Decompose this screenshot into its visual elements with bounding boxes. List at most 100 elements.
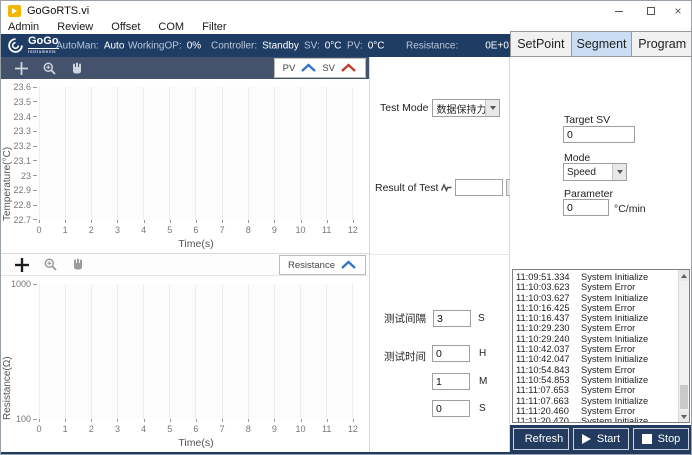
- action-bar: Refresh Start Stop: [510, 425, 692, 452]
- log-entry[interactable]: 11:10:16.437 System Initialize: [516, 313, 676, 323]
- status-field-label: AutoMan:: [56, 40, 99, 51]
- log-message: System Error: [581, 323, 635, 333]
- dropdown-arrow-icon[interactable]: [612, 164, 626, 180]
- log-message: System Initialize: [581, 272, 648, 282]
- stop-button[interactable]: Stop: [633, 428, 689, 450]
- log-time: 11:11:20.470: [516, 416, 572, 422]
- log-message: System Error: [581, 406, 635, 416]
- status-field-label: Resistance:: [406, 40, 458, 51]
- duration-field: S: [432, 400, 486, 417]
- log-message: System Initialize: [581, 354, 648, 364]
- tab[interactable]: SetPoint: [510, 31, 572, 57]
- status-field: WorkingOP: 0%: [128, 40, 201, 51]
- log-entry[interactable]: 11:11:07.653 System Error: [516, 385, 676, 395]
- status-field-label: Controller:: [211, 40, 257, 51]
- menu-item[interactable]: Offset: [102, 21, 149, 34]
- log-time: 11:11:20.460: [516, 406, 572, 416]
- log-entry[interactable]: 11:10:29.240 System Initialize: [516, 334, 676, 344]
- log-message: System Initialize: [581, 375, 648, 385]
- pv-line-icon: [300, 63, 317, 73]
- minimize-icon: [615, 11, 623, 12]
- menu-item[interactable]: Admin: [1, 21, 48, 34]
- tab-bar: SetPointSegmentProgram: [510, 31, 692, 57]
- log-time: 11:10:54.843: [516, 365, 572, 375]
- duration-input[interactable]: [432, 373, 470, 390]
- log-entry[interactable]: 11:10:54.843 System Error: [516, 365, 676, 375]
- segment-panel: Target SV Mode Speed Parameter °C/min 11…: [510, 57, 692, 425]
- crosshair-icon[interactable]: [15, 258, 29, 272]
- scrollbar-thumb[interactable]: [680, 385, 688, 409]
- menu-item[interactable]: Filter: [193, 21, 235, 34]
- log-entry[interactable]: 11:10:29.230 System Error: [516, 323, 676, 333]
- target-sv-input[interactable]: [563, 126, 635, 143]
- duration-field: H: [432, 345, 486, 362]
- menu-item[interactable]: COM: [149, 21, 193, 34]
- log-entry[interactable]: 11:11:20.470 System Initialize: [516, 416, 676, 422]
- parameter-input[interactable]: [563, 199, 609, 216]
- status-field-value: 0%: [187, 40, 201, 51]
- app-window: GoGoRTS.vi × AdminReviewOffsetCOMFilter …: [0, 0, 692, 455]
- duration-unit: H: [479, 348, 486, 359]
- pan-hand-icon[interactable]: [71, 62, 83, 75]
- log-entry[interactable]: 11:10:54.853 System Initialize: [516, 375, 676, 385]
- refresh-button[interactable]: Refresh: [513, 428, 569, 450]
- status-field: PV: 0°C: [347, 40, 385, 51]
- temperature-chart-panel: PV SV Temperature(°C) 23.623.523.423.323…: [1, 57, 370, 254]
- resistance-y-ticks: 1000100: [1, 284, 37, 419]
- log-entry[interactable]: 11:09:51.334 System Initialize: [516, 272, 676, 282]
- close-button[interactable]: ×: [665, 1, 691, 21]
- zoom-in-icon[interactable]: [44, 258, 57, 271]
- log-message: System Error: [581, 365, 635, 375]
- status-toolbar: GoGo Instruments AutoMan: Auto WorkingOP…: [1, 34, 510, 57]
- pan-hand-icon[interactable]: [72, 258, 84, 271]
- legend-resistance-label: Resistance: [288, 260, 335, 271]
- log-entry[interactable]: 11:10:16.425 System Error: [516, 303, 676, 313]
- log-message: System Initialize: [581, 334, 648, 344]
- log-time: 11:10:42.047: [516, 354, 572, 364]
- test-config-panel: Test Mode 数据保持力测试 Result of Test ... 测试间…: [370, 57, 510, 452]
- status-field-value: Standby: [262, 40, 299, 51]
- tab[interactable]: Program: [632, 31, 692, 57]
- start-icon: [582, 434, 591, 444]
- log-scrollbar[interactable]: [678, 270, 689, 422]
- status-field-label: PV:: [347, 40, 363, 51]
- log-entry[interactable]: 11:10:03.623 System Error: [516, 282, 676, 292]
- duration-input[interactable]: [432, 400, 470, 417]
- system-log[interactable]: 11:09:51.334 System Initialize 11:10:03.…: [512, 269, 690, 423]
- crosshair-icon[interactable]: [15, 62, 28, 75]
- mode-select[interactable]: Speed: [563, 163, 627, 181]
- log-entry[interactable]: 11:11:07.663 System Initialize: [516, 396, 676, 406]
- status-field-value: 0°C: [368, 40, 385, 51]
- resistance-chart-toolbar: Resistance: [1, 254, 369, 276]
- temperature-legend: PV SV: [274, 58, 366, 78]
- minimize-button[interactable]: [605, 1, 633, 21]
- resistance-plot[interactable]: Resistance(Ω) 1000100 0123456789101112 T…: [1, 276, 369, 452]
- duration-input[interactable]: [432, 345, 470, 362]
- maximize-icon: [647, 7, 655, 15]
- legend-sv-label: SV: [322, 63, 335, 74]
- start-button[interactable]: Start: [573, 428, 629, 450]
- status-field: Controller: Standby: [211, 40, 299, 51]
- temperature-plot[interactable]: Temperature(°C) 23.623.523.423.323.223.1…: [1, 79, 369, 253]
- zoom-in-icon[interactable]: [43, 62, 56, 75]
- log-message: System Initialize: [581, 313, 648, 323]
- resistance-x-ticks: 0123456789101112: [39, 422, 353, 433]
- log-entry[interactable]: 11:10:42.047 System Initialize: [516, 354, 676, 364]
- resistance-legend: Resistance: [279, 255, 366, 275]
- maximize-button[interactable]: [637, 1, 665, 21]
- status-field-label: WorkingOP:: [128, 40, 182, 51]
- log-entry[interactable]: 11:11:20.460 System Error: [516, 406, 676, 416]
- log-entry[interactable]: 11:10:03.627 System Initialize: [516, 293, 676, 303]
- temperature-y-ticks: 23.623.523.423.323.223.12322.922.822.7: [1, 87, 37, 220]
- scroll-up-icon[interactable]: [679, 270, 689, 281]
- status-field-value: 0E+0: [485, 40, 509, 51]
- menu-item[interactable]: Review: [48, 21, 102, 34]
- tab[interactable]: Segment: [572, 31, 633, 57]
- scroll-down-icon[interactable]: [679, 411, 689, 422]
- log-message: System Error: [581, 344, 635, 354]
- log-time: 11:10:03.627: [516, 293, 572, 303]
- log-entry[interactable]: 11:10:42.037 System Error: [516, 344, 676, 354]
- log-time: 11:10:29.240: [516, 334, 572, 344]
- status-field: SV: 0°C: [304, 40, 342, 51]
- target-sv-label: Target SV: [564, 114, 610, 126]
